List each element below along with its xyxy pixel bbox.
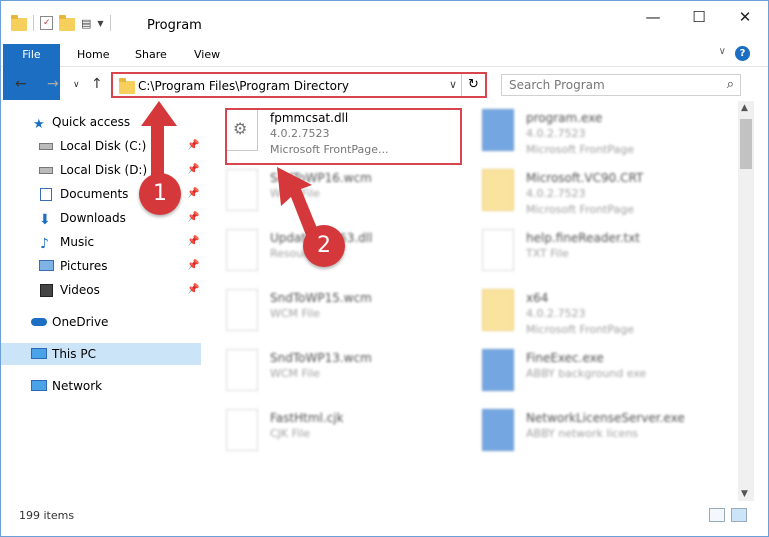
step-badge-2: 2 <box>303 225 345 267</box>
arrow-1 <box>141 101 177 176</box>
annotation-arrows <box>141 101 319 243</box>
step-badge-1: 1 <box>139 173 181 215</box>
explorer-window: ✓ ▤ ▼ Program — ☐ ✕ File Home Share View… <box>0 0 769 537</box>
